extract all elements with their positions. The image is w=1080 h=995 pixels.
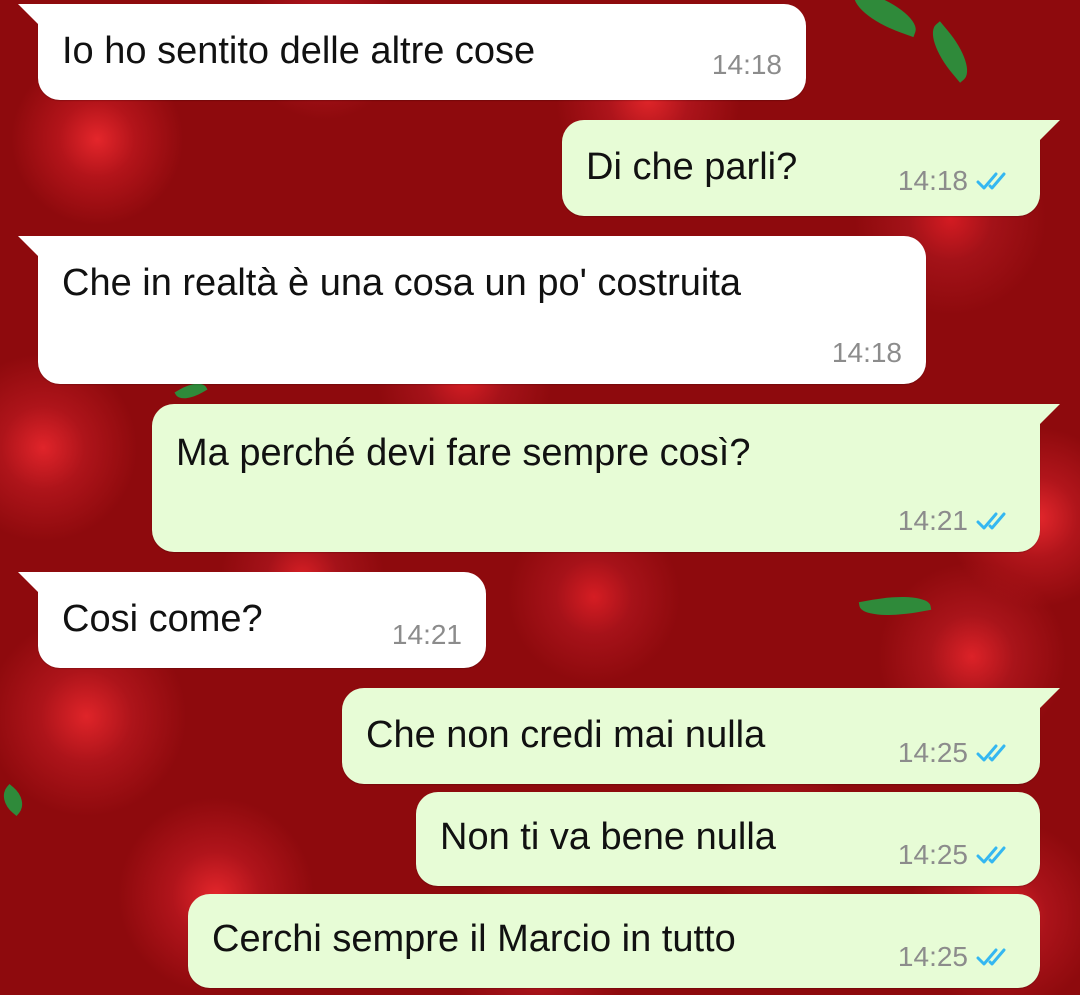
bubble-tail (1038, 120, 1060, 142)
message-bubble-outgoing[interactable]: Ma perché devi fare sempre così? 14:21 (152, 404, 1060, 552)
message-time: 14:25 (897, 941, 968, 972)
message-bubble-incoming[interactable]: Che in realtà è una cosa un po' costruit… (18, 236, 926, 384)
double-check-read-icon (976, 744, 1006, 762)
bubble-tail (18, 4, 40, 26)
bubble-tail (1038, 688, 1060, 710)
message-text: Che non credi mai nulla (366, 714, 766, 756)
message-meta: 14:18 (832, 338, 902, 368)
message-meta: 14:25 (898, 942, 1016, 972)
message-meta: 14:21 (898, 506, 1016, 536)
message-time: 14:18 (711, 49, 782, 80)
message-text: Cosi come? (62, 598, 263, 640)
bubble-tail (18, 236, 40, 258)
bubble-tail (1038, 404, 1060, 426)
message-list[interactable]: Io ho sentito delle altre cose 14:18 Di … (0, 0, 1080, 995)
message-meta: 14:25 (898, 840, 1016, 870)
bubble-tail (18, 572, 40, 594)
double-check-read-icon (976, 846, 1006, 864)
message-text: Non ti va bene nulla (440, 816, 776, 858)
message-meta: 14:25 (898, 738, 1016, 768)
message-meta: 14:18 (898, 166, 1016, 196)
message-time: 14:18 (897, 165, 968, 196)
message-text: Cerchi sempre il Marcio in tutto (212, 918, 736, 960)
double-check-read-icon (976, 512, 1006, 530)
message-meta: 14:21 (392, 620, 462, 650)
message-bubble-outgoing[interactable]: Non ti va bene nulla 14:25 (416, 792, 1040, 886)
message-text: Che in realtà è una cosa un po' costruit… (62, 262, 742, 304)
message-time: 14:21 (897, 505, 968, 536)
message-meta: 14:18 (712, 50, 782, 80)
message-time: 14:21 (391, 619, 462, 650)
double-check-read-icon (976, 948, 1006, 966)
message-text: Di che parli? (586, 146, 798, 188)
message-time: 14:18 (831, 337, 902, 368)
message-time: 14:25 (897, 737, 968, 768)
message-bubble-outgoing[interactable]: Di che parli? 14:18 (562, 120, 1060, 216)
message-text: Io ho sentito delle altre cose (62, 30, 536, 72)
message-bubble-outgoing[interactable]: Cerchi sempre il Marcio in tutto 14:25 (188, 894, 1040, 988)
message-bubble-outgoing[interactable]: Che non credi mai nulla 14:25 (342, 688, 1060, 784)
double-check-read-icon (976, 172, 1006, 190)
message-text: Ma perché devi fare sempre così? (176, 432, 751, 474)
message-bubble-incoming[interactable]: Cosi come? 14:21 (18, 572, 486, 668)
message-bubble-incoming[interactable]: Io ho sentito delle altre cose 14:18 (18, 4, 806, 100)
message-time: 14:25 (897, 839, 968, 870)
